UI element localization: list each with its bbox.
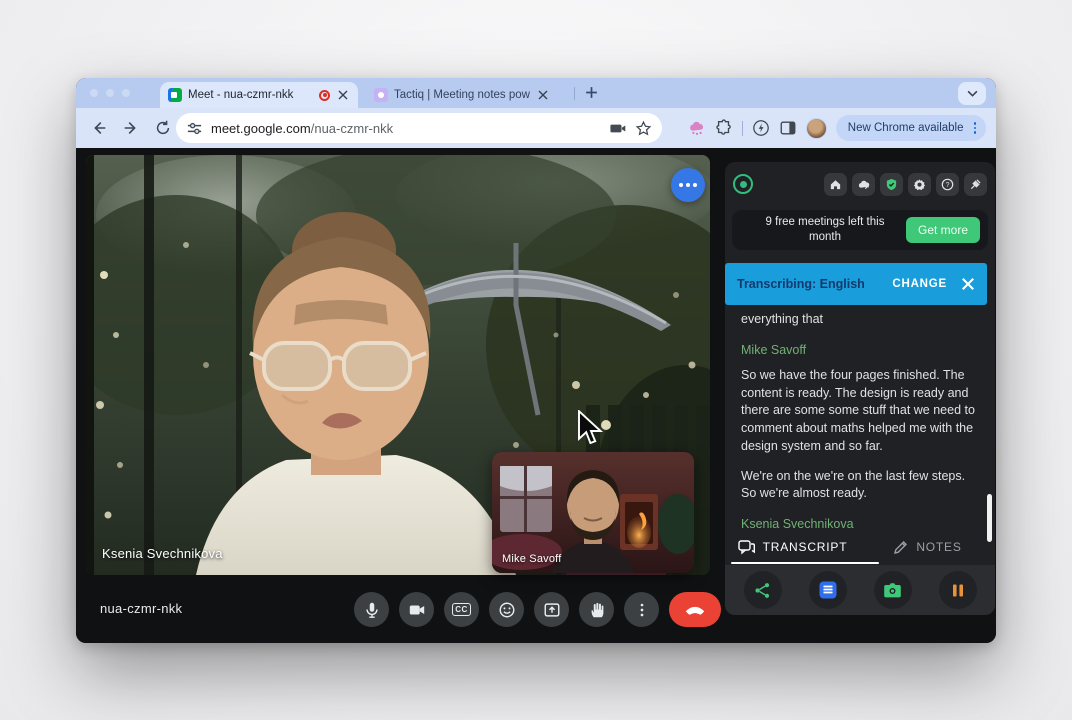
google-docs-button[interactable] bbox=[809, 571, 847, 609]
tab-search-button[interactable] bbox=[958, 82, 986, 105]
present-screen-button[interactable] bbox=[534, 592, 569, 627]
tactiq-logo-icon bbox=[733, 174, 753, 194]
captions-button[interactable]: CC bbox=[444, 592, 479, 627]
chat-icon bbox=[738, 540, 755, 555]
end-call-button[interactable] bbox=[669, 592, 721, 627]
participant-name-label: Ksenia Svechnikova bbox=[102, 546, 223, 561]
transcript-line: We're on the we're on the last few steps… bbox=[741, 468, 979, 504]
pencil-icon bbox=[893, 540, 908, 555]
transcribing-banner: Transcribing: English CHANGE bbox=[725, 263, 987, 305]
bookmark-star-icon[interactable] bbox=[635, 120, 652, 137]
transcript-line: So we have the four pages finished. The … bbox=[741, 367, 979, 456]
chevron-down-icon bbox=[967, 90, 978, 97]
transcript-line: everything that bbox=[741, 311, 979, 329]
close-tab-icon[interactable] bbox=[336, 88, 350, 102]
reactions-button[interactable] bbox=[489, 592, 524, 627]
address-bar[interactable]: meet.google.com/nua-czmr-nkk bbox=[176, 113, 662, 143]
tab-title: Tactiq | Meeting notes powe bbox=[394, 89, 530, 101]
transcript-panel[interactable]: everything that Mike Savoff So we have t… bbox=[725, 305, 995, 530]
tactiq-favicon-icon bbox=[374, 88, 388, 102]
browser-window: Meet - nua-czmr-nkk Tactiq | Meeting not… bbox=[76, 78, 996, 643]
chrome-update-button[interactable]: New Chrome available bbox=[836, 115, 986, 141]
pink-extension-icon[interactable] bbox=[688, 119, 706, 137]
close-banner-icon[interactable] bbox=[961, 277, 975, 291]
window-minimize-button[interactable] bbox=[106, 89, 114, 97]
share-icon bbox=[754, 582, 771, 599]
active-tab-underline bbox=[731, 562, 879, 564]
pip-video-tile[interactable]: Mike Savoff bbox=[492, 452, 694, 573]
tab-transcript[interactable]: TRANSCRIPT bbox=[725, 530, 860, 564]
pin-icon[interactable] bbox=[964, 173, 987, 196]
url-text: meet.google.com/nua-czmr-nkk bbox=[211, 121, 602, 136]
pause-icon bbox=[951, 583, 965, 598]
cloud-upload-icon[interactable] bbox=[852, 173, 875, 196]
sidebar-tabs: TRANSCRIPT NOTES bbox=[725, 530, 995, 564]
window-close-button[interactable] bbox=[90, 89, 98, 97]
get-more-button[interactable]: Get more bbox=[906, 217, 980, 243]
tab-notes[interactable]: NOTES bbox=[860, 530, 995, 564]
meeting-code-label: nua-czmr-nkk bbox=[100, 601, 182, 616]
shield-check-icon[interactable] bbox=[880, 173, 903, 196]
camera-icon bbox=[883, 582, 902, 599]
forward-icon[interactable] bbox=[122, 119, 140, 137]
quota-card: 9 free meetings left this month Get more bbox=[732, 210, 988, 250]
tab-title: Meet - nua-czmr-nkk bbox=[188, 89, 313, 101]
tab-meet[interactable]: Meet - nua-czmr-nkk bbox=[160, 82, 358, 108]
help-icon[interactable]: ? bbox=[936, 173, 959, 196]
home-icon[interactable] bbox=[824, 173, 847, 196]
microphone-button[interactable] bbox=[354, 592, 389, 627]
back-icon[interactable] bbox=[90, 119, 108, 137]
sidebar-action-bar bbox=[725, 565, 995, 615]
tactiq-header: ? bbox=[725, 162, 995, 206]
change-language-button[interactable]: CHANGE bbox=[892, 278, 947, 290]
extensions-puzzle-icon[interactable] bbox=[715, 119, 733, 137]
transcript-speaker: Mike Savoff bbox=[741, 343, 979, 357]
browser-toolbar: meet.google.com/nua-czmr-nkk New Chrome … bbox=[76, 108, 996, 148]
share-button[interactable] bbox=[744, 571, 782, 609]
profile-avatar[interactable] bbox=[806, 118, 827, 139]
side-panel-icon[interactable] bbox=[779, 119, 797, 137]
site-settings-icon[interactable] bbox=[186, 120, 203, 137]
chat-bubble-widget[interactable] bbox=[671, 168, 705, 202]
quota-text: 9 free meetings left this month bbox=[750, 215, 900, 245]
extension-area: New Chrome available bbox=[688, 108, 996, 148]
tab-tactiq[interactable]: Tactiq | Meeting notes powe bbox=[366, 82, 558, 108]
reload-icon[interactable] bbox=[154, 119, 172, 137]
transcript-speaker: Ksenia Svechnikova bbox=[741, 517, 979, 530]
window-zoom-button[interactable] bbox=[122, 89, 130, 97]
tactiq-sidebar: ? 9 free meetings left this month Get mo… bbox=[725, 162, 995, 615]
pip-name-label: Mike Savoff bbox=[502, 553, 561, 565]
docs-icon bbox=[818, 580, 838, 600]
meet-content: Ksenia Svechnikova bbox=[76, 148, 996, 643]
svg-text:?: ? bbox=[946, 182, 950, 189]
settings-gear-icon[interactable] bbox=[908, 173, 931, 196]
chrome-menu-icon[interactable] bbox=[970, 120, 981, 136]
tab-strip: Meet - nua-czmr-nkk Tactiq | Meeting not… bbox=[76, 78, 996, 108]
meet-favicon-icon bbox=[168, 88, 182, 102]
bolt-extension-icon[interactable] bbox=[752, 119, 770, 137]
pause-recording-button[interactable] bbox=[939, 571, 977, 609]
chrome-update-label: New Chrome available bbox=[848, 122, 964, 134]
meet-control-bar: CC bbox=[354, 592, 721, 627]
toolbar-divider bbox=[742, 121, 743, 136]
camera-button[interactable] bbox=[399, 592, 434, 627]
close-tab-icon[interactable] bbox=[536, 88, 550, 102]
recording-indicator-icon bbox=[319, 90, 330, 101]
tab-divider bbox=[574, 87, 575, 100]
screenshot-camera-button[interactable] bbox=[874, 571, 912, 609]
raise-hand-button[interactable] bbox=[579, 592, 614, 627]
more-options-button[interactable] bbox=[624, 592, 659, 627]
transcribing-label: Transcribing: English bbox=[737, 277, 865, 291]
camera-in-use-icon[interactable] bbox=[610, 120, 627, 137]
new-tab-button[interactable] bbox=[584, 85, 601, 102]
